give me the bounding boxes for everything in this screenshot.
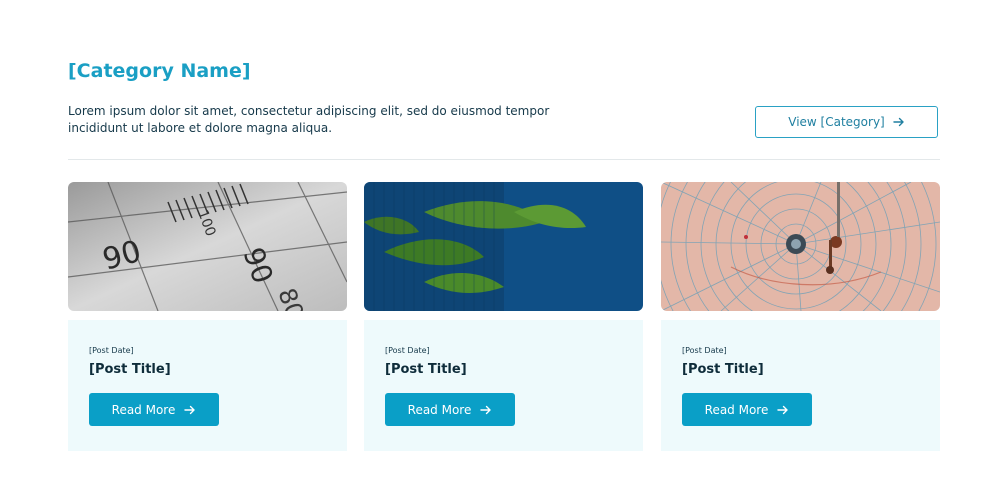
category-title: [Category Name] bbox=[68, 60, 251, 82]
chart-recorder-dial-image[interactable] bbox=[661, 182, 940, 311]
read-more-button[interactable]: Read More bbox=[89, 393, 219, 426]
read-more-button[interactable]: Read More bbox=[385, 393, 515, 426]
arrow-right-icon bbox=[184, 405, 196, 414]
ruler-closeup-image[interactable]: 90 90 80 100 bbox=[68, 182, 347, 311]
read-more-label: Read More bbox=[111, 402, 176, 417]
arrow-right-icon bbox=[893, 117, 904, 127]
post-date: [Post Date] bbox=[89, 346, 134, 355]
plant-leaves-image[interactable] bbox=[364, 182, 643, 311]
post-title[interactable]: [Post Title] bbox=[682, 362, 764, 377]
post-card: 90 90 80 100 [Post Date] [Post Title] Re… bbox=[68, 182, 347, 451]
arrow-right-icon bbox=[777, 405, 789, 414]
read-more-label: Read More bbox=[704, 402, 769, 417]
post-card: [Post Date] [Post Title] Read More bbox=[364, 182, 643, 451]
post-card: [Post Date] [Post Title] Read More bbox=[661, 182, 940, 451]
post-date: [Post Date] bbox=[682, 346, 727, 355]
post-date: [Post Date] bbox=[385, 346, 430, 355]
post-card-body: [Post Date] [Post Title] Read More bbox=[364, 320, 643, 451]
section-divider bbox=[68, 159, 940, 160]
post-card-body: [Post Date] [Post Title] Read More bbox=[68, 320, 347, 451]
post-title[interactable]: [Post Title] bbox=[385, 362, 467, 377]
view-category-label: View [Category] bbox=[788, 115, 885, 129]
category-section: [Category Name] Lorem ipsum dolor sit am… bbox=[0, 0, 1008, 493]
arrow-right-icon bbox=[480, 405, 492, 414]
post-card-body: [Post Date] [Post Title] Read More bbox=[661, 320, 940, 451]
view-category-button[interactable]: View [Category] bbox=[755, 106, 938, 138]
category-description: Lorem ipsum dolor sit amet, consectetur … bbox=[68, 104, 550, 135]
post-title[interactable]: [Post Title] bbox=[89, 362, 171, 377]
read-more-label: Read More bbox=[407, 402, 472, 417]
read-more-button[interactable]: Read More bbox=[682, 393, 812, 426]
